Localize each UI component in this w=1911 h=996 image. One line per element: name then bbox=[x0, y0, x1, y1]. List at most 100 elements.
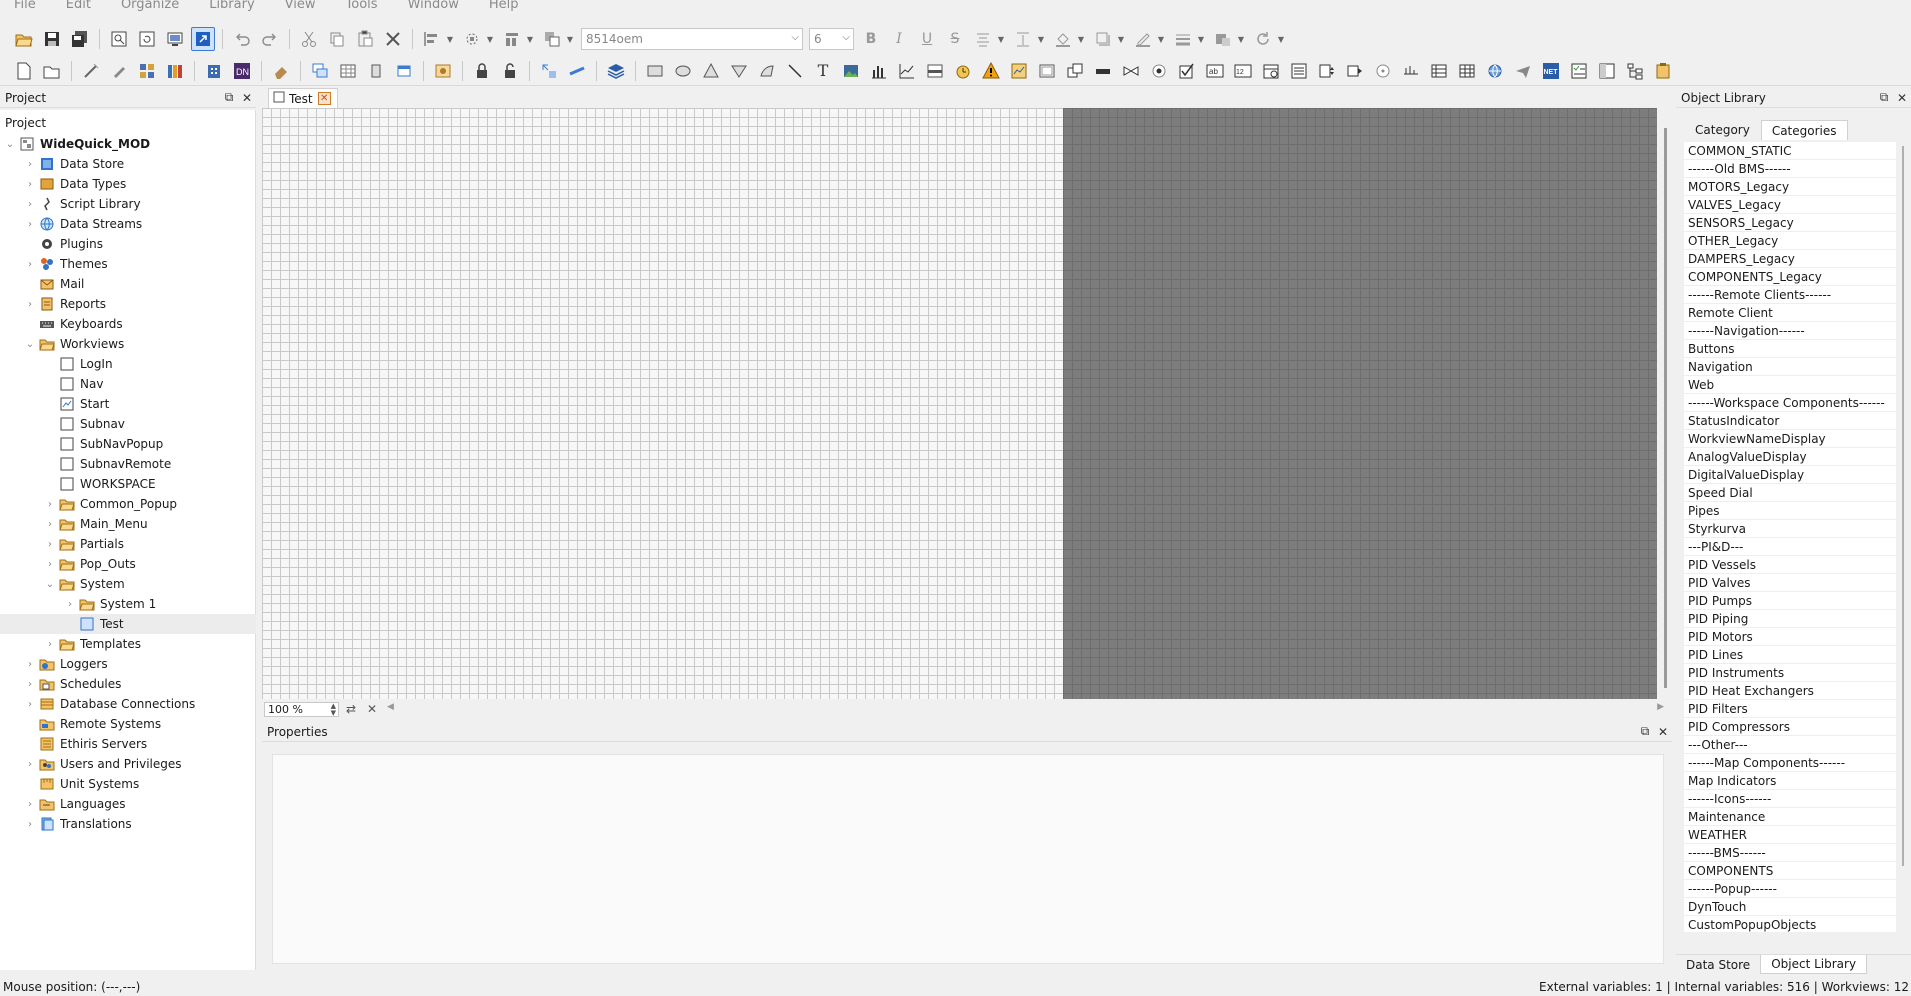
eraser-icon[interactable] bbox=[269, 59, 293, 83]
align-icon[interactable] bbox=[420, 27, 444, 51]
menu-tools[interactable]: Tools bbox=[331, 0, 393, 11]
tree-item[interactable]: › Templates bbox=[0, 634, 256, 654]
alarm-clock-icon[interactable] bbox=[951, 59, 975, 83]
tree-item[interactable]: › Data Store bbox=[0, 154, 256, 174]
tree-item[interactable]: › Common_Popup bbox=[0, 494, 256, 514]
library-category-item[interactable]: COMPONENTS_Legacy bbox=[1684, 268, 1896, 286]
chevron-right-icon[interactable]: › bbox=[24, 759, 36, 770]
calendar-icon[interactable] bbox=[1259, 59, 1283, 83]
chevron-right-icon[interactable]: › bbox=[24, 799, 36, 810]
underline-icon[interactable]: U bbox=[915, 27, 939, 51]
tab-object-library[interactable]: Object Library bbox=[1760, 955, 1868, 974]
library-category-item[interactable]: ------Navigation------ bbox=[1684, 322, 1896, 340]
grid-tool-icon[interactable] bbox=[1427, 59, 1451, 83]
window-icon[interactable] bbox=[392, 59, 416, 83]
undo-icon[interactable] bbox=[230, 27, 254, 51]
close-icon[interactable]: ✕ bbox=[1893, 91, 1911, 105]
chevron-right-icon[interactable]: › bbox=[44, 639, 56, 650]
rectangle-tool-icon[interactable] bbox=[643, 59, 667, 83]
cut-icon[interactable] bbox=[297, 27, 321, 51]
shadow-dropdown-icon[interactable]: ▼ bbox=[1117, 27, 1125, 51]
font-name-select[interactable]: 8514oem ⌵ bbox=[581, 28, 803, 50]
library-category-item[interactable]: Map Indicators bbox=[1684, 772, 1896, 790]
line-tool-icon[interactable] bbox=[783, 59, 807, 83]
fill-color-dropdown-icon[interactable]: ▼ bbox=[1077, 27, 1085, 51]
library-category-item[interactable]: Web bbox=[1684, 376, 1896, 394]
library-category-item[interactable]: PID Vessels bbox=[1684, 556, 1896, 574]
library-category-item[interactable]: StatusIndicator bbox=[1684, 412, 1896, 430]
chevron-right-icon[interactable]: › bbox=[24, 819, 36, 830]
tree-item[interactable]: › Users and Privileges bbox=[0, 754, 256, 774]
image-tool-icon[interactable] bbox=[431, 59, 455, 83]
order-dropdown-icon[interactable]: ▼ bbox=[566, 27, 574, 51]
line-style-icon[interactable] bbox=[1171, 27, 1195, 51]
library-category-item[interactable]: Styrkurva bbox=[1684, 520, 1896, 538]
rotate-dropdown-icon[interactable]: ▼ bbox=[1277, 27, 1285, 51]
float-icon[interactable]: ⧉ bbox=[1636, 724, 1654, 739]
freeform-tool-icon[interactable] bbox=[755, 59, 779, 83]
scroll-left-icon[interactable]: ◀ bbox=[387, 702, 394, 712]
tree-item[interactable]: Plugins bbox=[0, 234, 256, 254]
ellipse-tool-icon[interactable] bbox=[671, 59, 695, 83]
menu-help[interactable]: Help bbox=[474, 0, 534, 11]
tree-item[interactable]: Keyboards bbox=[0, 314, 256, 334]
table-grid-icon[interactable] bbox=[1455, 59, 1479, 83]
textbox-tool-icon[interactable]: ab bbox=[1203, 59, 1227, 83]
tree-item[interactable]: › Themes bbox=[0, 254, 256, 274]
tree-item[interactable]: › Loggers bbox=[0, 654, 256, 674]
web-icon[interactable] bbox=[1483, 59, 1507, 83]
line-chart-icon[interactable] bbox=[895, 59, 919, 83]
tree-item[interactable]: › Reports bbox=[0, 294, 256, 314]
tree-item[interactable]: › Data Types bbox=[0, 174, 256, 194]
library-category-item[interactable]: DigitalValueDisplay bbox=[1684, 466, 1896, 484]
menu-window[interactable]: Window bbox=[393, 0, 474, 11]
chevron-right-icon[interactable]: › bbox=[24, 259, 36, 270]
size-dropdown-icon[interactable]: ▼ bbox=[526, 27, 534, 51]
reset-zoom-icon[interactable]: ✕ bbox=[363, 701, 381, 717]
bar-chart-icon[interactable] bbox=[867, 59, 891, 83]
library-category-item[interactable]: PID Motors bbox=[1684, 628, 1896, 646]
frame-icon[interactable] bbox=[1035, 59, 1059, 83]
library-category-item[interactable]: PID Instruments bbox=[1684, 664, 1896, 682]
close-icon[interactable]: ✕ bbox=[1654, 725, 1672, 739]
order-icon[interactable] bbox=[540, 27, 564, 51]
triangle-tool-icon[interactable] bbox=[699, 59, 723, 83]
library-category-item[interactable]: ---PI&D--- bbox=[1684, 538, 1896, 556]
library-category-item[interactable]: PID Compressors bbox=[1684, 718, 1896, 736]
tree-item[interactable]: › System 1 bbox=[0, 594, 256, 614]
tree-item[interactable]: LogIn bbox=[0, 354, 256, 374]
screen-icon[interactable] bbox=[163, 27, 187, 51]
library-category-item[interactable]: PID Heat Exchangers bbox=[1684, 682, 1896, 700]
table-tool-icon[interactable] bbox=[336, 59, 360, 83]
tree-item[interactable]: Start bbox=[0, 394, 256, 414]
menu-library[interactable]: Library bbox=[194, 0, 269, 11]
library-category-item[interactable]: Buttons bbox=[1684, 340, 1896, 358]
wizard-icon[interactable] bbox=[79, 59, 103, 83]
float-icon[interactable]: ⧉ bbox=[1875, 90, 1893, 105]
chevron-right-icon[interactable]: › bbox=[44, 519, 56, 530]
text-valign-dropdown-icon[interactable]: ▼ bbox=[1037, 27, 1045, 51]
tree-item[interactable]: › Translations bbox=[0, 814, 256, 834]
picture-tool-icon[interactable] bbox=[839, 59, 863, 83]
library-category-item[interactable]: ------Map Components------ bbox=[1684, 754, 1896, 772]
clipboard-paste-icon[interactable] bbox=[1651, 59, 1675, 83]
redo-icon[interactable] bbox=[258, 27, 282, 51]
chevron-down-icon[interactable]: ⌄ bbox=[4, 139, 16, 150]
tree-item[interactable]: WORKSPACE bbox=[0, 474, 256, 494]
float-icon[interactable]: ⧉ bbox=[220, 90, 238, 105]
library-category-item[interactable]: CustomPopupObjects bbox=[1684, 916, 1896, 932]
tab-category[interactable]: Category bbox=[1684, 120, 1761, 140]
tree-item[interactable]: › Pop_Outs bbox=[0, 554, 256, 574]
component-icon[interactable] bbox=[135, 59, 159, 83]
paste-icon[interactable] bbox=[353, 27, 377, 51]
tree-item[interactable]: ⌄ Workviews bbox=[0, 334, 256, 354]
tab-categories[interactable]: Categories bbox=[1760, 120, 1848, 140]
spinner-icon[interactable] bbox=[1315, 59, 1339, 83]
tree-item[interactable]: Remote Systems bbox=[0, 714, 256, 734]
chevron-right-icon[interactable]: › bbox=[24, 199, 36, 210]
tree-item[interactable]: Subnav bbox=[0, 414, 256, 434]
chevron-right-icon[interactable]: › bbox=[44, 499, 56, 510]
scrollbar-thumb[interactable] bbox=[1664, 128, 1667, 688]
menu-view[interactable]: View bbox=[270, 0, 331, 11]
gauge-bar-icon[interactable] bbox=[923, 59, 947, 83]
